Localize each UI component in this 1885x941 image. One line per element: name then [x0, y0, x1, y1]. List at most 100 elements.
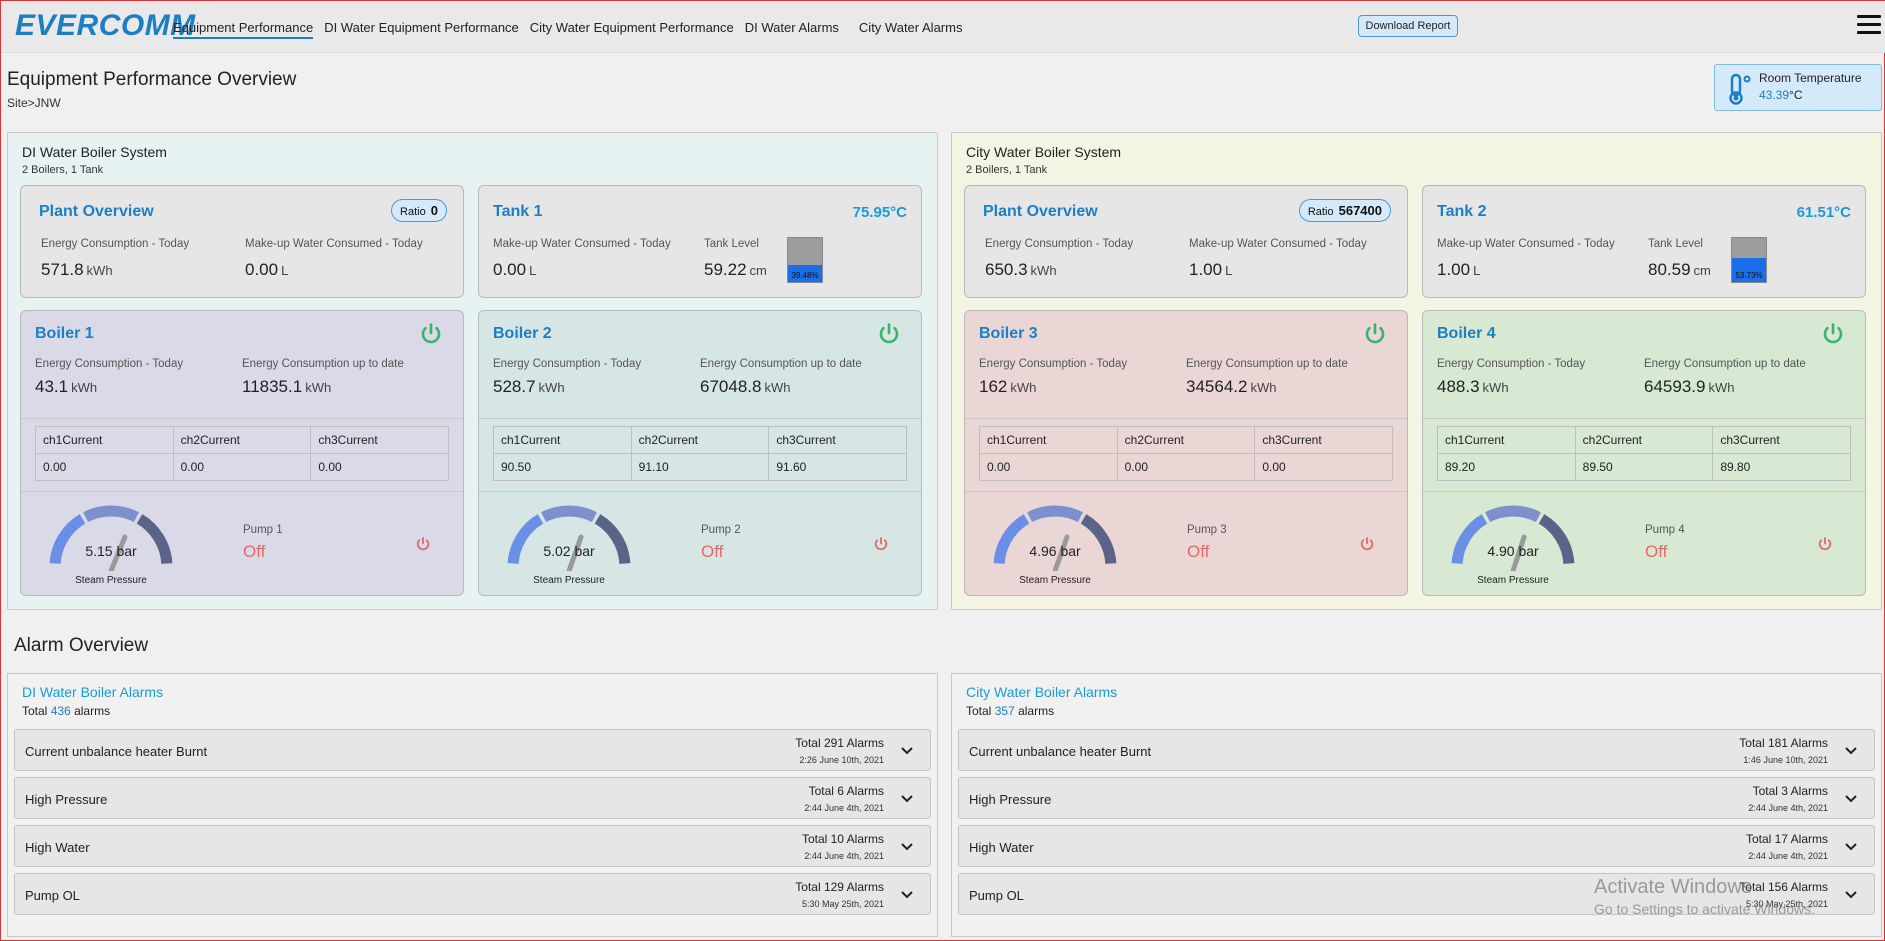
breadcrumb[interactable]: Site>JNW — [7, 96, 61, 110]
ch-label: ch1Current — [1437, 426, 1576, 454]
ch-label: ch2Current — [172, 426, 312, 454]
plant-overview-title: Plant Overview — [983, 203, 1098, 220]
alarm-date: 2:44 June 4th, 2021 — [804, 851, 884, 861]
steam-pressure-gauge: 5.15 bar Steam Pressure — [41, 501, 181, 591]
pump-power-icon[interactable] — [1359, 536, 1375, 552]
thermometer-icon — [1729, 73, 1751, 105]
alarm-count: Total 291 Alarms — [795, 736, 884, 750]
alarm-total: Total 436 alarms — [22, 704, 111, 718]
alarm-count: Total 3 Alarms — [1752, 784, 1828, 798]
alarm-row[interactable]: High Water Total 17 Alarms 2:44 June 4th, … — [958, 825, 1875, 867]
divider — [21, 418, 463, 419]
boiler-power-icon[interactable] — [1821, 322, 1845, 346]
channel-current-table: ch1Current ch2Current ch3Current 90.50 91.10… — [493, 426, 907, 481]
pump-label: Pump 3 — [1187, 524, 1227, 536]
chevron-down-icon[interactable] — [1844, 888, 1858, 902]
steam-pressure-gauge: 4.96 bar Steam Pressure — [985, 501, 1125, 591]
alarm-panel-title[interactable]: City Water Boiler Alarms — [966, 684, 1117, 700]
alarm-row[interactable]: High Water Total 10 Alarms 2:44 June 4th, … — [14, 825, 931, 867]
energy-today-label: Energy Consumption - Today — [1437, 358, 1586, 370]
hamburger-icon[interactable] — [1857, 15, 1881, 37]
pump-power-icon[interactable] — [415, 536, 431, 552]
watermark-line-2: Go to Settings to activate Windows. — [1594, 901, 1815, 917]
gauge-value: 5.02 bar — [543, 543, 595, 559]
chevron-down-icon[interactable] — [900, 792, 914, 806]
alarm-date: 2:44 June 4th, 2021 — [804, 803, 884, 813]
nav-di-water-equipment[interactable]: DI Water Equipment Performance — [324, 20, 519, 39]
alarm-row[interactable]: Current unbalance heater Burnt Total 181 … — [958, 729, 1875, 771]
alarm-row[interactable]: Current unbalance heater Burnt Total 291 … — [14, 729, 931, 771]
energy-value: 571.8 kWh — [41, 260, 113, 279]
di-alarms-panel: DI Water Boiler Alarms Total 436 alarms … — [7, 673, 938, 937]
tank-level-label: Tank Level — [1648, 238, 1703, 250]
energy-total-value: 64593.9 kWh — [1644, 377, 1735, 396]
water-value: 1.00 L — [1189, 260, 1233, 279]
alarm-date: 2:44 June 4th, 2021 — [1748, 803, 1828, 813]
alarm-date: 2:26 June 10th, 2021 — [799, 755, 884, 765]
nav-city-water-alarms[interactable]: City Water Alarms — [859, 20, 963, 39]
chevron-down-icon[interactable] — [1844, 792, 1858, 806]
ch-value: 89.20 — [1437, 453, 1576, 481]
tank-level-gauge: 53.73% — [1731, 237, 1767, 283]
energy-today-value: 43.1 kWh — [35, 377, 98, 396]
water-value: 0.00 L — [245, 260, 289, 279]
alarm-row[interactable]: Pump OL Total 129 Alarms 5:30 May 25th, 20… — [14, 873, 931, 915]
alarm-name: High Pressure — [969, 792, 1052, 807]
tank-water-value: 1.00 L — [1437, 260, 1481, 279]
pump-label: Pump 1 — [243, 524, 283, 536]
energy-today-value: 488.3 kWh — [1437, 377, 1509, 396]
gauge-value: 5.15 bar — [85, 543, 137, 559]
gauge-band-mid — [541, 505, 597, 523]
channel-current-table: ch1Current ch2Current ch3Current 89.20 89.50… — [1437, 426, 1851, 481]
page-title: Equipment Performance Overview — [7, 69, 297, 90]
divider — [479, 418, 921, 419]
system-title: DI Water Boiler System — [22, 144, 167, 160]
energy-total-label: Energy Consumption up to date — [700, 358, 862, 370]
alarm-name: Current unbalance heater Burnt — [25, 744, 208, 759]
chevron-down-icon[interactable] — [900, 840, 914, 854]
alarm-date: 1:46 June 10th, 2021 — [1743, 755, 1828, 765]
nav-city-water-equipment[interactable]: City Water Equipment Performance — [530, 20, 734, 39]
energy-label: Energy Consumption - Today — [985, 238, 1134, 250]
alarm-name: Current unbalance heater Burnt — [969, 744, 1152, 759]
nav-di-water-alarms[interactable]: DI Water Alarms — [745, 20, 839, 39]
alarm-overview-title: Alarm Overview — [14, 635, 149, 656]
pump-power-icon[interactable] — [1817, 536, 1833, 552]
pump-power-icon[interactable] — [873, 536, 889, 552]
gauge-label: Steam Pressure — [1477, 575, 1549, 586]
chevron-down-icon[interactable] — [900, 744, 914, 758]
divider — [965, 491, 1407, 492]
chevron-down-icon[interactable] — [1844, 744, 1858, 758]
energy-value: 650.3 kWh — [985, 260, 1057, 279]
steam-pressure-gauge: 5.02 bar Steam Pressure — [499, 501, 639, 591]
alarm-row[interactable]: High Pressure Total 3 Alarms 2:44 June 4th… — [958, 777, 1875, 819]
system-subtitle: 2 Boilers, 1 Tank — [966, 164, 1048, 176]
ch-value: 0.00 — [35, 453, 174, 481]
boiler-power-icon[interactable] — [419, 322, 443, 346]
download-report-button[interactable]: Download Report — [1358, 15, 1458, 37]
alarm-panel-title[interactable]: DI Water Boiler Alarms — [22, 684, 163, 700]
alarm-row[interactable]: High Pressure Total 6 Alarms 2:44 June 4th… — [14, 777, 931, 819]
tank-water-label: Make-up Water Consumed - Today — [493, 238, 671, 250]
di-water-boiler-system: DI Water Boiler System 2 Boilers, 1 Tank… — [7, 132, 938, 610]
chevron-down-icon[interactable] — [900, 888, 914, 902]
plant-overview-card: Plant Overview Ratio 567400 Energy Consu… — [964, 185, 1408, 298]
steam-pressure-gauge: 4.90 bar Steam Pressure — [1443, 501, 1583, 591]
alarm-date: 2:44 June 4th, 2021 — [1748, 851, 1828, 861]
water-label: Make-up Water Consumed - Today — [245, 238, 423, 250]
ch-label: ch1Current — [493, 426, 632, 454]
gauge-label: Steam Pressure — [533, 575, 605, 586]
tank-temperature: 75.95°C — [852, 204, 907, 221]
evercomm-logo[interactable]: EVERCOMM — [15, 9, 196, 43]
city-water-boiler-system: City Water Boiler System 2 Boilers, 1 Ta… — [951, 132, 1882, 610]
ch-label: ch1Current — [35, 426, 174, 454]
boiler-card: Boiler 1 Energy Consumption - Today 43.1 kW… — [20, 310, 464, 596]
nav-equipment-performance[interactable]: Equipment Performance — [173, 20, 314, 39]
tank-level-value: 59.22 cm — [704, 260, 767, 279]
boiler-power-icon[interactable] — [877, 322, 901, 346]
ch-value: 0.00 — [1116, 453, 1256, 481]
ch-value: 0.00 — [310, 453, 449, 481]
boiler-power-icon[interactable] — [1363, 322, 1387, 346]
boiler-title: Boiler 1 — [35, 325, 94, 342]
chevron-down-icon[interactable] — [1844, 840, 1858, 854]
